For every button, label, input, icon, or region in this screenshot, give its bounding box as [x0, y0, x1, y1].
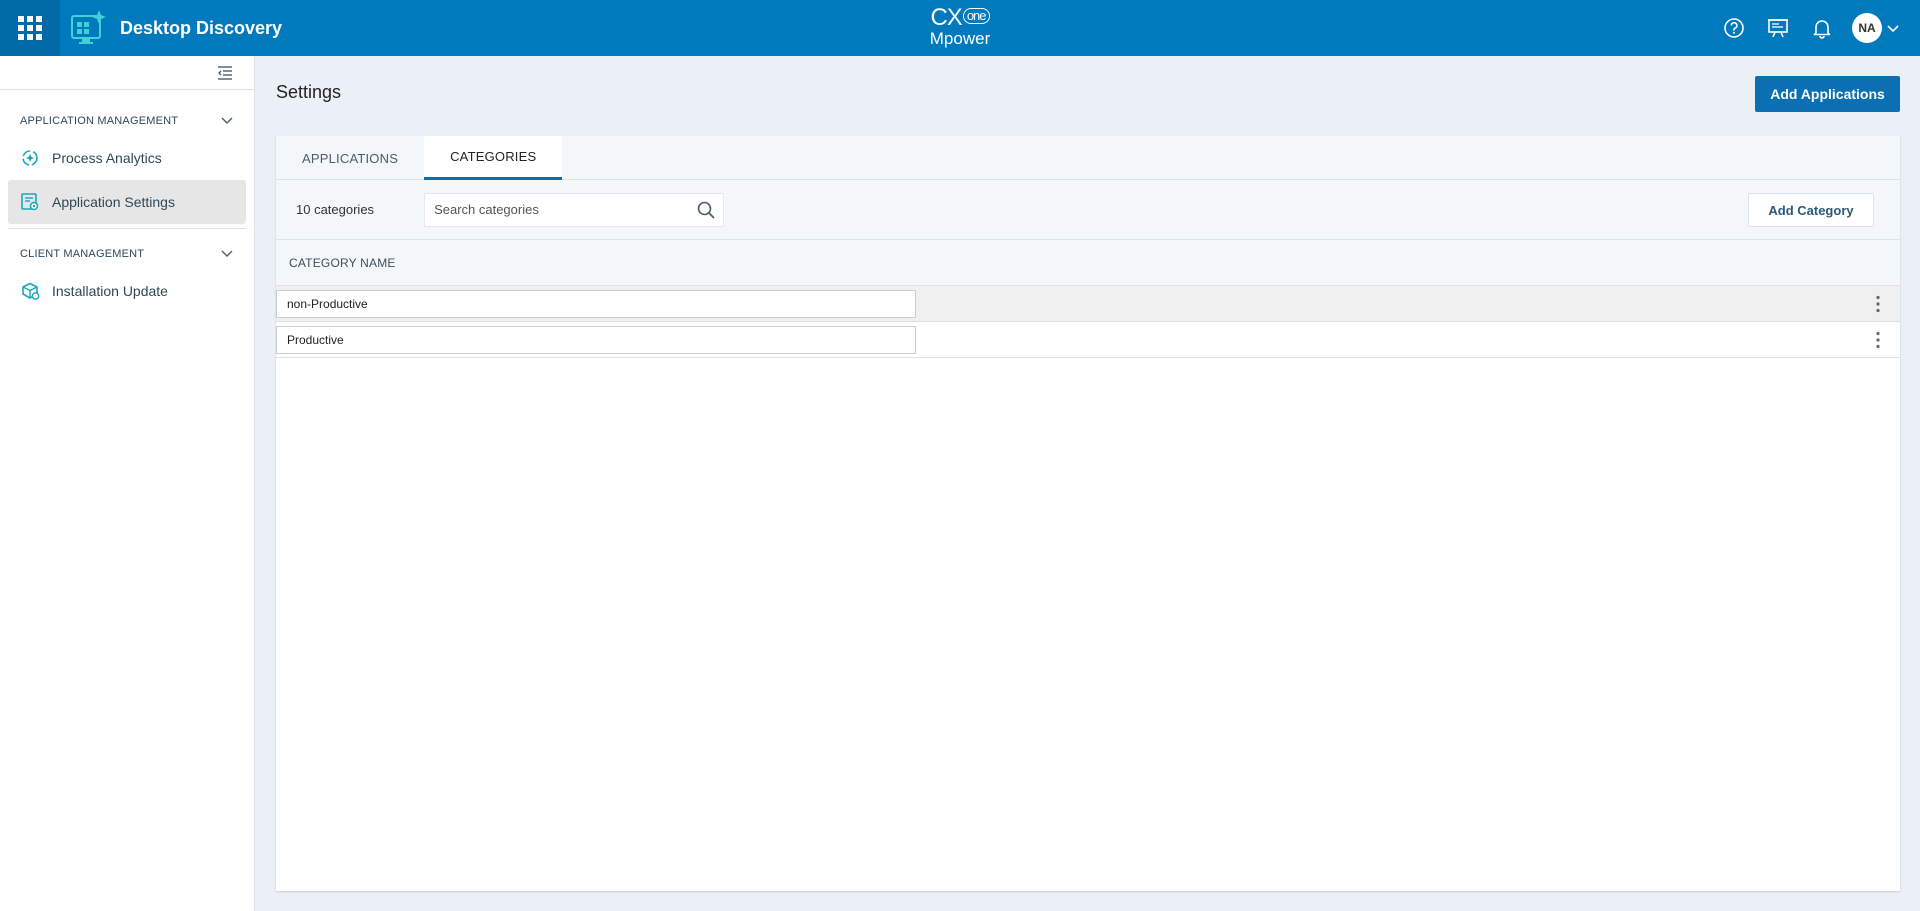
presentation-button[interactable] [1756, 0, 1800, 56]
help-icon [1724, 18, 1744, 38]
column-header-category-name[interactable]: CATEGORY NAME [276, 240, 1900, 286]
category-name-cell[interactable]: non-Productive [276, 289, 916, 318]
collapse-menu-icon[interactable] [216, 64, 234, 82]
section-title: APPLICATION MANAGEMENT [20, 115, 179, 127]
cxone-mpower-logo: CX one Mpower [920, 6, 1000, 50]
section-client-management[interactable]: CLIENT MANAGEMENT [0, 239, 254, 269]
page-title: Settings [276, 82, 342, 102]
presentation-icon [1768, 19, 1788, 38]
brand-cx: CX [930, 4, 962, 31]
search-icon[interactable] [696, 200, 716, 220]
app-launcher-button[interactable] [0, 0, 60, 56]
chevron-down-icon [221, 117, 233, 124]
chevron-down-icon [221, 250, 233, 257]
user-avatar[interactable]: NA [1852, 13, 1882, 43]
category-count: 10 categories [296, 202, 375, 217]
section-application-management[interactable]: APPLICATION MANAGEMENT [0, 106, 254, 136]
add-applications-button[interactable]: Add Applications [1755, 76, 1900, 112]
chevron-down-icon[interactable] [1886, 21, 1900, 35]
add-category-button[interactable]: Add Category [1748, 193, 1874, 227]
tab-applications[interactable]: APPLICATIONS [276, 136, 424, 180]
sidebar-item-process-analytics[interactable]: Process Analytics [8, 136, 246, 180]
tab-categories[interactable]: CATEGORIES [424, 136, 563, 180]
settings-panel: APPLICATIONS CATEGORIES 10 categories Ad… [276, 136, 1900, 891]
desktop-discovery-logo-icon [71, 10, 106, 44]
section-title: CLIENT MANAGEMENT [20, 248, 145, 260]
more-options-icon[interactable] [1868, 294, 1888, 314]
top-bar: Desktop Discovery CX one Mpower NA [0, 0, 1920, 56]
app-title: Desktop Discovery [120, 17, 283, 38]
header-actions: NA [1712, 0, 1904, 56]
grid-icon [18, 16, 42, 40]
installation-update-icon [20, 281, 40, 301]
sidebar-item-application-settings[interactable]: Application Settings [8, 180, 246, 224]
search-input[interactable] [425, 193, 697, 226]
table-row: Productive [276, 322, 1900, 358]
divider [8, 228, 246, 229]
sidebar-item-installation-update[interactable]: Installation Update [8, 269, 246, 313]
bell-icon [1813, 20, 1831, 39]
more-options-icon[interactable] [1868, 330, 1888, 350]
tab-bar: APPLICATIONS CATEGORIES [276, 136, 1900, 180]
brand-one: one [962, 8, 990, 24]
brand-mpower: Mpower [929, 29, 991, 48]
table-row: non-Productive [276, 286, 1900, 322]
sidebar-item-label: Installation Update [52, 283, 168, 299]
application-settings-icon [20, 192, 40, 212]
sidebar-item-label: Process Analytics [52, 150, 162, 166]
search-box [424, 192, 725, 227]
sidebar-item-label: Application Settings [52, 194, 175, 210]
categories-toolbar: 10 categories Add Category [276, 180, 1900, 240]
category-name-cell[interactable]: Productive [276, 325, 916, 354]
notifications-button[interactable] [1800, 0, 1844, 56]
process-analytics-icon [20, 148, 40, 168]
help-button[interactable] [1712, 0, 1756, 56]
sidebar: APPLICATION MANAGEMENT Process Analytics… [0, 56, 255, 911]
sidebar-collapse-row [0, 56, 254, 90]
